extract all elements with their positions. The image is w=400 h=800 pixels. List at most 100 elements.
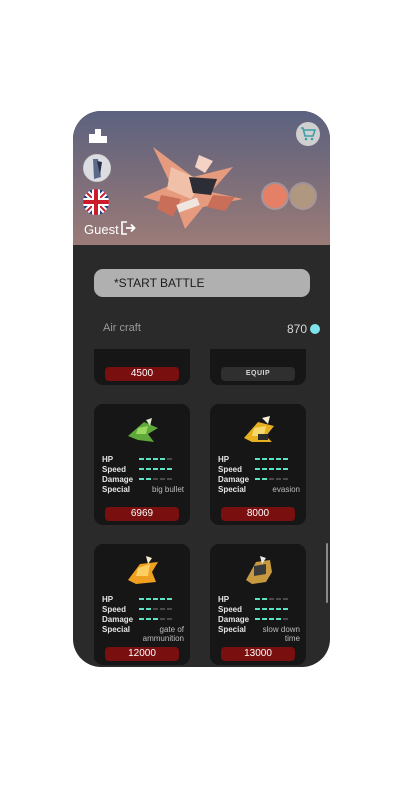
special-value: big bullet	[151, 485, 184, 494]
price-button[interactable]: 12000	[105, 647, 179, 661]
color-option-coral[interactable]	[263, 184, 287, 208]
color-option-tan[interactable]	[291, 184, 315, 208]
aircraft-icon	[124, 414, 162, 446]
stat-label-special: Special	[218, 485, 247, 494]
aircraft-card[interactable]: HP Speed Damage Special slow down time 13…	[210, 544, 306, 665]
stat-segment	[269, 458, 274, 460]
stat-label-special: Special	[102, 625, 131, 634]
price-button[interactable]: 4500	[105, 367, 179, 381]
scrollbar[interactable]	[326, 543, 328, 603]
damage-bar	[255, 618, 288, 620]
stat-segment	[283, 478, 288, 480]
stat-segment	[167, 608, 172, 610]
stat-segment	[153, 598, 158, 600]
stat-segment	[262, 608, 267, 610]
stats-block: HP Speed Damage Special slow down time	[218, 595, 302, 643]
avatar[interactable]	[83, 154, 111, 182]
hero-header: Guest	[73, 111, 330, 245]
card-special-value: barrels	[276, 349, 300, 351]
stat-segment	[262, 618, 267, 620]
equip-button[interactable]: EQUIP	[221, 367, 295, 381]
speed-bar	[139, 468, 172, 470]
stat-segment	[153, 478, 158, 480]
stat-segment	[146, 468, 151, 470]
stat-segment	[153, 608, 158, 610]
special-value: gate of ammunition	[142, 625, 184, 643]
hp-bar	[139, 598, 172, 600]
stat-label-speed: Speed	[102, 605, 127, 614]
stat-segment	[255, 598, 260, 600]
coin-icon	[310, 324, 320, 334]
uk-flag-icon[interactable]	[83, 189, 109, 215]
stat-segment	[255, 478, 260, 480]
aircraft-card[interactable]: barrels EQUIP	[210, 349, 306, 385]
leaderboard-icon[interactable]	[89, 127, 107, 143]
stat-segment	[153, 458, 158, 460]
stat-label-hp: HP	[102, 595, 114, 604]
stat-label-speed: Speed	[218, 465, 243, 474]
stat-segment	[139, 598, 144, 600]
stat-segment	[283, 618, 288, 620]
price-button[interactable]: 8000	[221, 507, 295, 521]
stat-segment	[262, 478, 267, 480]
aircraft-icon	[124, 554, 162, 586]
stat-segment	[269, 598, 274, 600]
aircraft-card[interactable]: HP Speed Damage Special evasion 8000	[210, 404, 306, 525]
stat-segment	[146, 608, 151, 610]
stat-segment	[153, 468, 158, 470]
stat-segment	[153, 618, 158, 620]
hp-bar	[139, 458, 172, 460]
stat-segment	[255, 618, 260, 620]
aircraft-card[interactable]: aircraft 4500	[94, 349, 190, 385]
stat-segment	[146, 618, 151, 620]
stat-segment	[262, 458, 267, 460]
section-label: Air craft	[103, 322, 141, 334]
price-button[interactable]: 6969	[105, 507, 179, 521]
hp-bar	[255, 598, 288, 600]
stats-block: HP Speed Damage Special evasion	[218, 455, 302, 495]
start-battle-button[interactable]: *START BATTLE	[94, 269, 310, 297]
damage-bar	[139, 478, 172, 480]
stat-segment	[276, 478, 281, 480]
stat-segment	[160, 608, 165, 610]
stat-segment	[283, 468, 288, 470]
stat-label-speed: Speed	[218, 605, 243, 614]
stat-segment	[262, 598, 267, 600]
stat-segment	[167, 618, 172, 620]
user-name: Guest	[84, 222, 119, 237]
stat-segment	[139, 468, 144, 470]
cart-icon[interactable]	[296, 122, 320, 146]
stat-segment	[255, 458, 260, 460]
stat-segment	[146, 458, 151, 460]
stats-block: HP Speed Damage Special big bullet	[102, 455, 186, 495]
stat-segment	[139, 458, 144, 460]
stat-segment	[139, 618, 144, 620]
stat-label-speed: Speed	[102, 465, 127, 474]
stat-segment	[269, 478, 274, 480]
aircraft-card[interactable]: HP Speed Damage Special gate of ammunitio…	[94, 544, 190, 665]
stat-segment	[283, 608, 288, 610]
stat-segment	[146, 598, 151, 600]
stat-segment	[283, 458, 288, 460]
stat-label-damage: Damage	[102, 615, 134, 624]
stats-block: HP Speed Damage Special gate of ammunitio…	[102, 595, 186, 643]
stat-segment	[167, 598, 172, 600]
stat-label-hp: HP	[218, 595, 230, 604]
stat-segment	[139, 608, 144, 610]
stat-segment	[269, 608, 274, 610]
damage-bar	[139, 618, 172, 620]
special-value: slow down time	[262, 625, 300, 643]
stat-segment	[139, 478, 144, 480]
price-button[interactable]: 13000	[221, 647, 295, 661]
aircraft-card[interactable]: HP Speed Damage Special big bullet 6969	[94, 404, 190, 525]
stat-segment	[146, 478, 151, 480]
stat-segment	[276, 468, 281, 470]
stat-segment	[255, 468, 260, 470]
aircraft-icon	[240, 554, 278, 586]
stat-segment	[283, 598, 288, 600]
special-value: evasion	[272, 485, 300, 494]
speed-bar	[255, 608, 288, 610]
selected-aircraft-image	[133, 137, 251, 233]
stat-segment	[262, 468, 267, 470]
stat-label-damage: Damage	[218, 475, 250, 484]
